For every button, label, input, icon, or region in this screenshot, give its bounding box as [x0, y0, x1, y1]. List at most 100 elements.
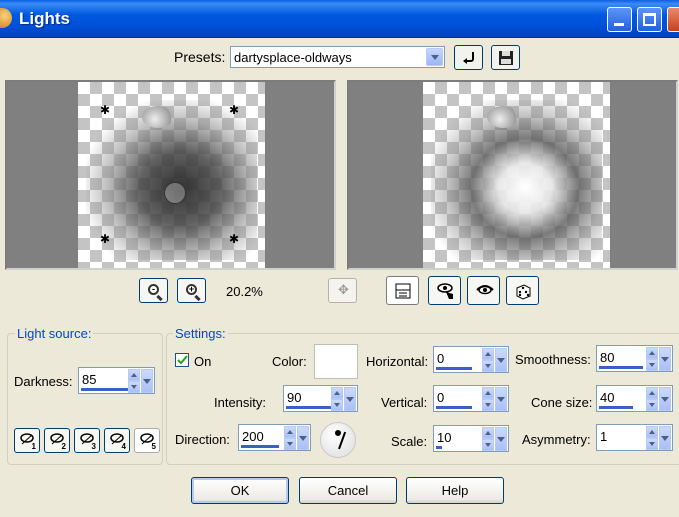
- spin-down-arrow[interactable]: [482, 399, 494, 411]
- reset-preset-button[interactable]: [454, 45, 483, 70]
- chevron-down-icon[interactable]: [495, 348, 507, 372]
- intensity-value: 90: [287, 390, 302, 405]
- zoom-level: 20.2%: [226, 284, 263, 299]
- auto-proof-button[interactable]: [467, 276, 500, 305]
- color-swatch[interactable]: [314, 344, 358, 379]
- spin-down-arrow[interactable]: [482, 439, 494, 451]
- maximize-button[interactable]: [637, 7, 662, 32]
- spin-down-arrow[interactable]: [482, 360, 494, 372]
- corner-handle[interactable]: ✱: [100, 104, 110, 116]
- checkmark-icon: [177, 355, 188, 365]
- light-2-button[interactable]: 2: [44, 428, 70, 453]
- horizontal-value: 0: [437, 351, 445, 366]
- chevron-down-icon[interactable]: [141, 369, 153, 393]
- ok-button[interactable]: OK: [191, 477, 289, 504]
- direction-dial[interactable]: [320, 422, 356, 458]
- vertical-label: Vertical:: [381, 395, 428, 410]
- darkness-spinbox[interactable]: 85: [78, 367, 155, 394]
- chevron-down-icon[interactable]: [659, 426, 671, 450]
- light-position-handle[interactable]: [164, 182, 186, 204]
- spin-up-arrow[interactable]: [646, 347, 658, 359]
- cone-size-value: 40: [600, 390, 615, 405]
- vertical-level-bar: [436, 406, 472, 409]
- cone-size-level-bar: [599, 406, 633, 409]
- save-preset-button[interactable]: [491, 45, 520, 70]
- close-button[interactable]: [667, 7, 679, 32]
- horizontal-spinbox[interactable]: 0: [433, 346, 509, 373]
- show-preview-button[interactable]: [386, 276, 419, 305]
- darkness-level-bar: [81, 388, 135, 391]
- cone-size-label: Cone size:: [531, 395, 593, 410]
- zoom-out-icon: -: [148, 284, 159, 295]
- spin-up-arrow[interactable]: [482, 387, 494, 399]
- chevron-down-icon[interactable]: [659, 387, 671, 411]
- spin-up-arrow[interactable]: [646, 426, 658, 438]
- chevron-down-icon[interactable]: [495, 427, 507, 451]
- intensity-spinbox[interactable]: 90: [283, 385, 358, 412]
- spin-up-arrow[interactable]: [482, 348, 494, 360]
- smoothness-value: 80: [600, 350, 615, 365]
- light-number: 2: [61, 442, 66, 451]
- vertical-value: 0: [437, 390, 445, 405]
- title-bar[interactable]: Lights: [0, 0, 679, 38]
- chevron-down-icon[interactable]: [495, 387, 507, 411]
- spin-down-arrow[interactable]: [331, 399, 343, 411]
- chevron-down-icon[interactable]: [426, 48, 443, 66]
- spin-down-arrow[interactable]: [128, 381, 140, 393]
- spin-up-arrow[interactable]: [284, 426, 296, 438]
- light-3-button[interactable]: 3: [74, 428, 100, 453]
- zoom-in-icon: +: [186, 284, 197, 295]
- cancel-button[interactable]: Cancel: [299, 477, 397, 504]
- zoom-out-button[interactable]: -: [139, 278, 168, 303]
- spin-up-arrow[interactable]: [128, 369, 140, 381]
- randomize-button[interactable]: [506, 276, 539, 305]
- spin-up-arrow[interactable]: [482, 427, 494, 439]
- smoothness-level-bar: [599, 366, 643, 369]
- asymmetry-label: Asymmetry:: [522, 432, 591, 447]
- direction-spinbox[interactable]: 200: [238, 424, 311, 451]
- spin-down-arrow[interactable]: [646, 359, 658, 371]
- chevron-down-icon[interactable]: [297, 426, 309, 450]
- spin-down-arrow[interactable]: [284, 438, 296, 450]
- direction-label: Direction:: [175, 432, 230, 447]
- scale-spinbox[interactable]: 10: [433, 425, 509, 452]
- intensity-label: Intensity:: [214, 395, 267, 410]
- proof-button[interactable]: [428, 276, 461, 305]
- eye-hand-icon: [437, 283, 453, 299]
- corner-handle[interactable]: ✱: [229, 233, 239, 245]
- corner-handle[interactable]: ✱: [229, 104, 239, 116]
- chevron-down-icon[interactable]: [659, 347, 671, 371]
- light-4-button[interactable]: 4: [104, 428, 130, 453]
- minimize-button[interactable]: [607, 7, 632, 32]
- preview-canvas[interactable]: ✱ ✱ ✱ ✱: [78, 82, 265, 268]
- spin-up-arrow[interactable]: [331, 387, 343, 399]
- settings-title: Settings:: [173, 326, 228, 341]
- scale-level-bar: [436, 446, 442, 449]
- vertical-spinbox[interactable]: 0: [433, 385, 509, 412]
- presets-dropdown[interactable]: dartysplace-oldways: [230, 46, 445, 68]
- light-1-button[interactable]: 1: [14, 428, 40, 453]
- cone-size-spinbox[interactable]: 40: [596, 385, 673, 412]
- corner-handle[interactable]: ✱: [100, 233, 110, 245]
- light-number: 3: [91, 442, 96, 451]
- spin-down-arrow[interactable]: [646, 399, 658, 411]
- pan-button[interactable]: ✥: [328, 278, 357, 303]
- spin-down-arrow[interactable]: [646, 438, 658, 450]
- help-button[interactable]: Help: [406, 477, 504, 504]
- spin-up-arrow[interactable]: [646, 387, 658, 399]
- on-checkbox[interactable]: [175, 353, 189, 367]
- scale-label: Scale:: [391, 434, 428, 449]
- zoom-in-button[interactable]: +: [177, 278, 206, 303]
- before-preview[interactable]: ✱ ✱ ✱ ✱: [5, 80, 336, 270]
- light-5-button[interactable]: 5: [134, 428, 160, 453]
- scale-value: 10: [437, 430, 452, 445]
- smoothness-label: Smoothness:: [515, 352, 591, 367]
- preview-canvas: [423, 82, 610, 268]
- asymmetry-spinbox[interactable]: 1: [596, 424, 673, 451]
- dial-dot: [335, 430, 341, 436]
- chevron-down-icon[interactable]: [344, 387, 356, 411]
- preview-image: [431, 100, 602, 260]
- smoothness-spinbox[interactable]: 80: [596, 345, 673, 372]
- color-label: Color:: [272, 354, 307, 369]
- floppy-disk-icon: [499, 51, 513, 65]
